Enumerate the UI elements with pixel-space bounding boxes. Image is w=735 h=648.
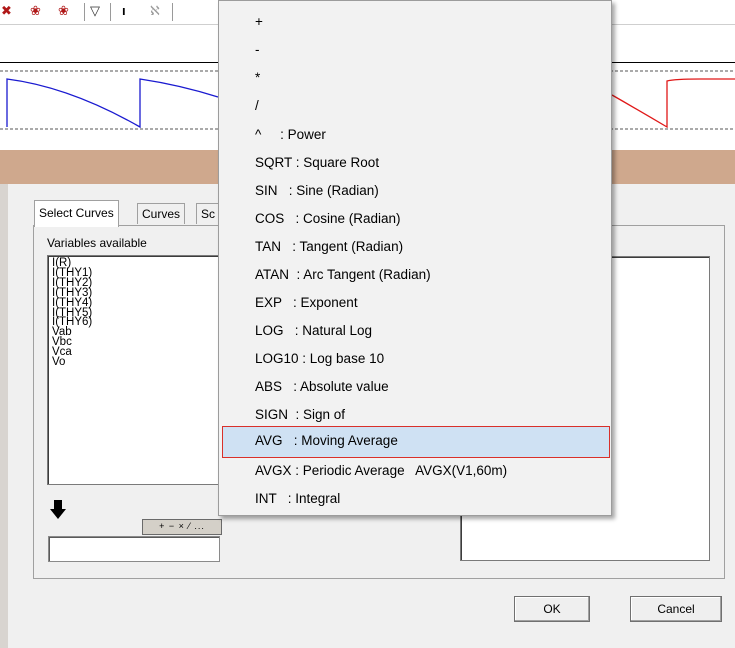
menu-item-exp[interactable]: EXP : Exponent [255, 289, 358, 317]
menu-item-cos[interactable]: COS : Cosine (Radian) [255, 205, 401, 233]
menu-item-multiply[interactable]: * [255, 64, 260, 92]
cancel-button[interactable]: Cancel [630, 596, 722, 622]
probe-icon[interactable]: ı [122, 3, 126, 19]
menu-item-log[interactable]: LOG : Natural Log [255, 317, 372, 345]
menu-item-minus[interactable]: - [255, 36, 260, 64]
menu-item-log10[interactable]: LOG10 : Log base 10 [255, 345, 384, 373]
menu-item-power[interactable]: ^ : Power [255, 121, 326, 149]
menu-item-sign[interactable]: SIGN : Sign of [255, 401, 345, 429]
list-item[interactable]: I(THY6) [48, 317, 220, 328]
variables-available-label: Variables available [47, 236, 147, 250]
menu-item-avg[interactable]: AVG : Moving Average [255, 427, 398, 455]
operators-popup-menu: + - * / ^ : Power SQRT : Square Root SIN… [218, 0, 612, 516]
menu-item-divide[interactable]: / [255, 92, 259, 120]
add-variable-down-arrow-icon[interactable] [50, 500, 66, 520]
add-element-icon[interactable]: ✖ [1, 3, 12, 19]
waveform-left [6, 78, 219, 129]
menu-item-sin[interactable]: SIN : Sine (Radian) [255, 177, 379, 205]
tab-scale[interactable]: Sc [196, 203, 221, 224]
menu-item-plus[interactable]: + [255, 8, 263, 36]
menu-item-atan[interactable]: ATAN : Arc Tangent (Radian) [255, 261, 431, 289]
waveform-right [611, 78, 735, 129]
shape-icon[interactable]: ▽ [90, 3, 100, 19]
list-item[interactable]: Vo [48, 356, 220, 368]
toolbar-separator [84, 3, 85, 21]
toolbar-separator [110, 3, 111, 21]
tab-curves[interactable]: Curves [137, 203, 186, 224]
list-item[interactable]: Vbc [48, 337, 220, 348]
menu-item-avgx[interactable]: AVGX : Periodic Average AVGX(V1,60m) [255, 457, 507, 485]
variables-list[interactable]: I(R) I(THY1) I(THY2) I(THY3) I(THY4) I(T… [47, 255, 221, 485]
formula-input[interactable] [48, 536, 220, 562]
toolbar-separator [172, 3, 173, 21]
list-item[interactable]: Vab [48, 327, 220, 338]
menu-item-int[interactable]: INT : Integral [255, 485, 340, 513]
menu-item-tan[interactable]: TAN : Tangent (Radian) [255, 233, 403, 261]
component-2-icon[interactable]: ❀ [58, 3, 69, 19]
component-icon[interactable]: ❀ [30, 3, 41, 19]
menu-item-sqrt[interactable]: SQRT : Square Root [255, 149, 379, 177]
graph-icon[interactable]: ℵ [150, 3, 160, 19]
operators-menu-button[interactable]: + − × ⁄ ... [142, 519, 222, 535]
menu-item-abs[interactable]: ABS : Absolute value [255, 373, 389, 401]
ok-button[interactable]: OK [514, 596, 590, 622]
tab-select-curves[interactable]: Select Curves [34, 200, 119, 227]
list-item[interactable]: Vca [48, 346, 220, 358]
